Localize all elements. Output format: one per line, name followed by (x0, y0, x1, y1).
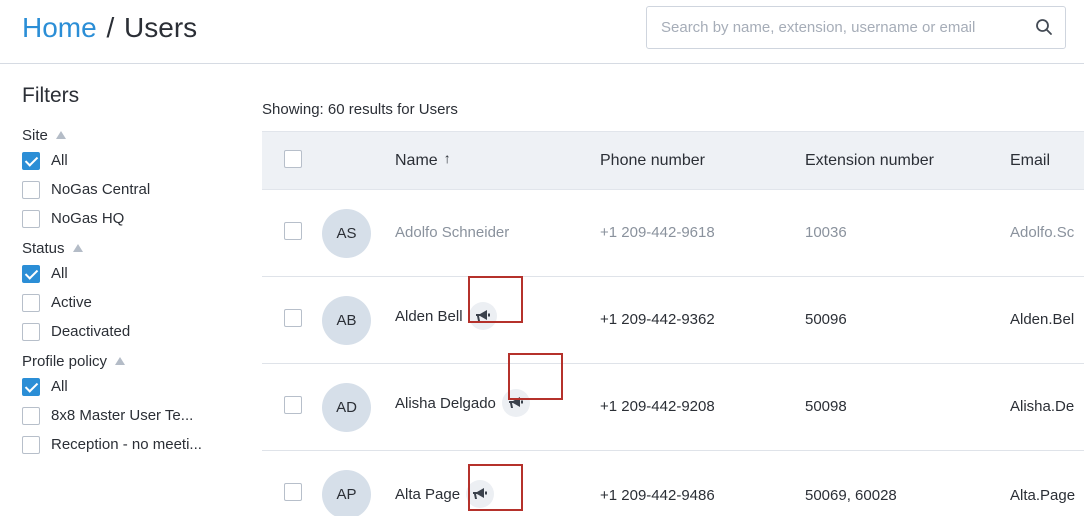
email-cell: Alisha.De (1010, 398, 1075, 415)
filters-title: Filters (22, 84, 80, 107)
phone-cell: +1 209-442-9208 (600, 398, 715, 415)
checkbox[interactable] (22, 151, 40, 170)
filter-option-label: Deactivated (51, 323, 131, 340)
row-checkbox[interactable] (284, 309, 302, 327)
user-name-link[interactable]: Alta Page (395, 486, 460, 503)
filter-option-site-nogas-hq[interactable]: NoGas HQ (22, 204, 242, 233)
caret-up-icon (55, 131, 66, 139)
phone-cell: +1 209-442-9486 (600, 487, 715, 504)
filter-option-site-all[interactable]: All (22, 146, 242, 175)
row-checkbox[interactable] (284, 483, 302, 501)
users-table: Name ↑ Phone number Extension number Emai… (262, 131, 1084, 516)
extension-cell: 50098 (805, 398, 847, 415)
email-cell: Adolfo.Sc (1010, 224, 1075, 241)
filter-option-label: All (51, 378, 68, 395)
filter-option-policy-reception[interactable]: Reception - no meeti... (22, 430, 242, 459)
results-count: Showing: 60 results for Users (262, 101, 458, 118)
filter-option-policy-all[interactable]: All (22, 372, 242, 401)
column-header-email[interactable]: Email (1010, 152, 1050, 170)
filter-group-status: Status All Active Deactivated (22, 237, 242, 346)
email-cell: Alta.Page (1010, 487, 1076, 504)
filter-group-profile-policy: Profile policy All 8x8 Master User Te...… (22, 350, 242, 459)
page-header: Home / Users (0, 0, 1084, 64)
filter-option-label: 8x8 Master User Te... (51, 407, 194, 424)
checkbox[interactable] (22, 377, 40, 396)
table-row[interactable]: AP Alta Page +1 209-442-9486 50069, 6002… (262, 451, 1084, 516)
column-header-extension[interactable]: Extension number (805, 152, 934, 170)
select-all-checkbox[interactable] (284, 150, 302, 168)
filter-group-label: Site (22, 126, 48, 144)
highlight-box (468, 464, 523, 511)
checkbox[interactable] (22, 264, 40, 283)
extension-cell: 50069, 60028 (805, 487, 897, 504)
filter-option-site-nogas-central[interactable]: NoGas Central (22, 175, 242, 204)
checkbox[interactable] (22, 293, 40, 312)
filter-option-label: All (51, 265, 68, 282)
checkbox[interactable] (22, 435, 40, 454)
filter-option-status-all[interactable]: All (22, 259, 242, 288)
caret-up-icon (72, 244, 83, 252)
filter-option-status-deactivated[interactable]: Deactivated (22, 317, 242, 346)
highlight-box (508, 353, 563, 400)
filter-option-label: Active (51, 294, 92, 311)
row-checkbox[interactable] (284, 222, 302, 240)
checkbox[interactable] (22, 322, 40, 341)
breadcrumb: Home / Users (22, 12, 197, 44)
row-checkbox[interactable] (284, 396, 302, 414)
search-icon[interactable] (1035, 18, 1053, 36)
filter-group-label: Status (22, 239, 65, 257)
filter-option-label: All (51, 152, 68, 169)
checkbox[interactable] (22, 209, 40, 228)
highlight-box (468, 276, 523, 323)
extension-cell: 50096 (805, 311, 847, 328)
filter-option-label: NoGas HQ (51, 210, 125, 227)
filter-group-toggle-site[interactable]: Site (22, 124, 242, 146)
filter-option-status-active[interactable]: Active (22, 288, 242, 317)
column-header-name[interactable]: Name ↑ (395, 150, 451, 170)
filter-group-label: Profile policy (22, 352, 108, 370)
avatar: AB (322, 296, 371, 345)
phone-cell: +1 209-442-9362 (600, 311, 715, 328)
checkbox[interactable] (22, 406, 40, 425)
search-input[interactable] (647, 7, 1027, 48)
table-row[interactable]: AD Alisha Delgado +1 209-442-9208 50098 … (262, 353, 1084, 451)
phone-cell: +1 209-442-9618 (600, 224, 715, 241)
table-row[interactable]: AB Alden Bell +1 209-442-9362 50096 Alde… (262, 276, 1084, 364)
user-name-link[interactable]: Alisha Delgado (395, 395, 496, 412)
filter-option-label: NoGas Central (51, 181, 151, 198)
filter-group-toggle-profile-policy[interactable]: Profile policy (22, 350, 242, 372)
user-name-link[interactable]: Alden Bell (395, 308, 463, 325)
column-header-label: Name (395, 152, 438, 169)
table-header: Name ↑ Phone number Extension number Emai… (262, 131, 1084, 190)
caret-up-icon (115, 357, 126, 365)
breadcrumb-separator: / (106, 12, 115, 43)
filter-group-site: Site All NoGas Central NoGas HQ (22, 124, 242, 233)
email-cell: Alden.Bel (1010, 311, 1075, 328)
search-box (646, 6, 1066, 49)
extension-cell: 10036 (805, 224, 847, 241)
avatar: AD (322, 383, 371, 432)
filters-sidebar: Filters Site All NoGas Central NoGas HQ … (22, 84, 242, 463)
filter-option-label: Reception - no meeti... (51, 436, 202, 453)
user-name-link[interactable]: Adolfo Schneider (395, 224, 509, 241)
sort-ascending-icon: ↑ (443, 150, 451, 166)
avatar: AP (322, 470, 371, 516)
column-header-phone[interactable]: Phone number (600, 152, 705, 170)
avatar: AS (322, 209, 371, 258)
breadcrumb-current: Users (124, 12, 198, 43)
filter-group-toggle-status[interactable]: Status (22, 237, 242, 259)
table-row[interactable]: AS Adolfo Schneider +1 209-442-9618 1003… (262, 190, 1084, 277)
filter-option-policy-master-user[interactable]: 8x8 Master User Te... (22, 401, 242, 430)
user-name-cell: Adolfo Schneider (395, 224, 509, 241)
checkbox[interactable] (22, 180, 40, 199)
breadcrumb-home-link[interactable]: Home (22, 12, 97, 43)
